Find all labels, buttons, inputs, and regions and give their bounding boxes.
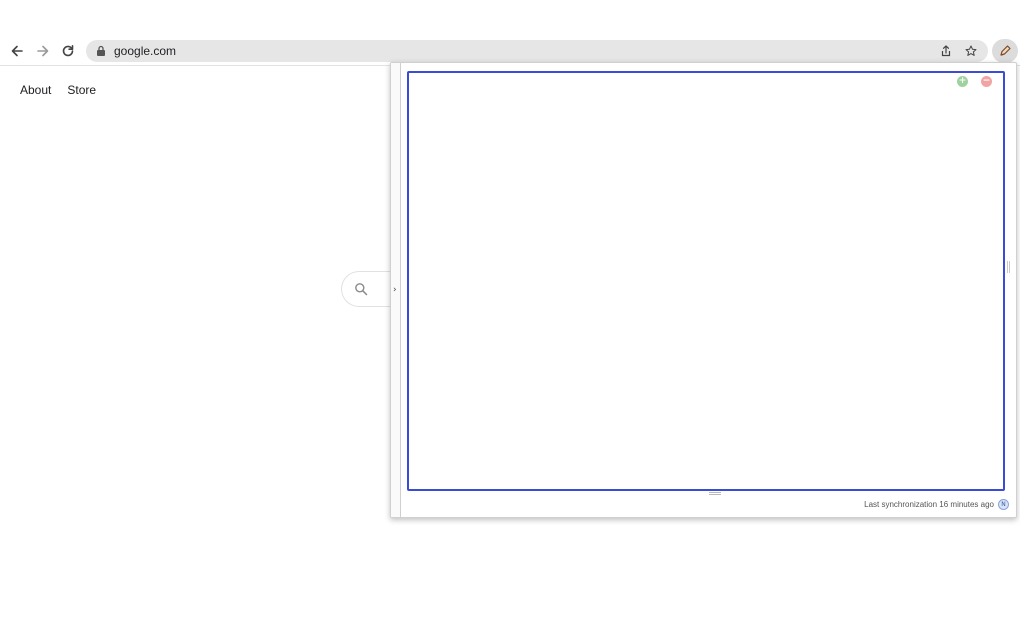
address-bar[interactable]: google.com bbox=[86, 40, 988, 62]
reload-icon bbox=[62, 45, 74, 57]
plus-icon: + bbox=[958, 76, 967, 86]
extension-popup: › + − Last synchronization 16 minutes ag… bbox=[390, 62, 1017, 518]
share-button[interactable] bbox=[938, 43, 954, 59]
about-link[interactable]: About bbox=[20, 83, 51, 97]
note-editor[interactable]: + − bbox=[407, 71, 1005, 491]
sync-icon-label: N bbox=[1001, 501, 1006, 508]
search-icon bbox=[355, 283, 368, 296]
reload-button[interactable] bbox=[58, 41, 78, 61]
sync-status-text: Last synchronization 16 minutes ago bbox=[864, 500, 994, 509]
minus-icon: − bbox=[982, 76, 991, 86]
remove-note-button[interactable]: − bbox=[981, 76, 992, 87]
vertical-resize-grip[interactable] bbox=[709, 492, 721, 495]
browser-window: google.com About Store › + − Last synchr… bbox=[0, 0, 1020, 638]
url-text: google.com bbox=[114, 44, 177, 58]
lock-icon bbox=[97, 45, 105, 56]
horizontal-resize-grip[interactable] bbox=[1007, 261, 1010, 273]
bookmark-button[interactable] bbox=[963, 43, 979, 59]
forward-button[interactable] bbox=[33, 41, 53, 61]
arrow-right-icon bbox=[37, 45, 49, 57]
back-button[interactable] bbox=[7, 41, 27, 61]
arrow-left-icon bbox=[11, 45, 23, 57]
share-icon bbox=[941, 45, 951, 57]
store-link[interactable]: Store bbox=[67, 83, 96, 97]
chevron-right-icon: › bbox=[393, 285, 397, 295]
pen-icon bbox=[1000, 45, 1011, 56]
add-note-button[interactable]: + bbox=[957, 76, 968, 87]
extension-button[interactable] bbox=[992, 39, 1018, 63]
sync-icon[interactable]: N bbox=[998, 499, 1009, 510]
star-icon bbox=[965, 45, 977, 56]
collapse-sidebar-handle[interactable]: › bbox=[391, 63, 401, 517]
google-top-links: About Store bbox=[20, 83, 96, 97]
